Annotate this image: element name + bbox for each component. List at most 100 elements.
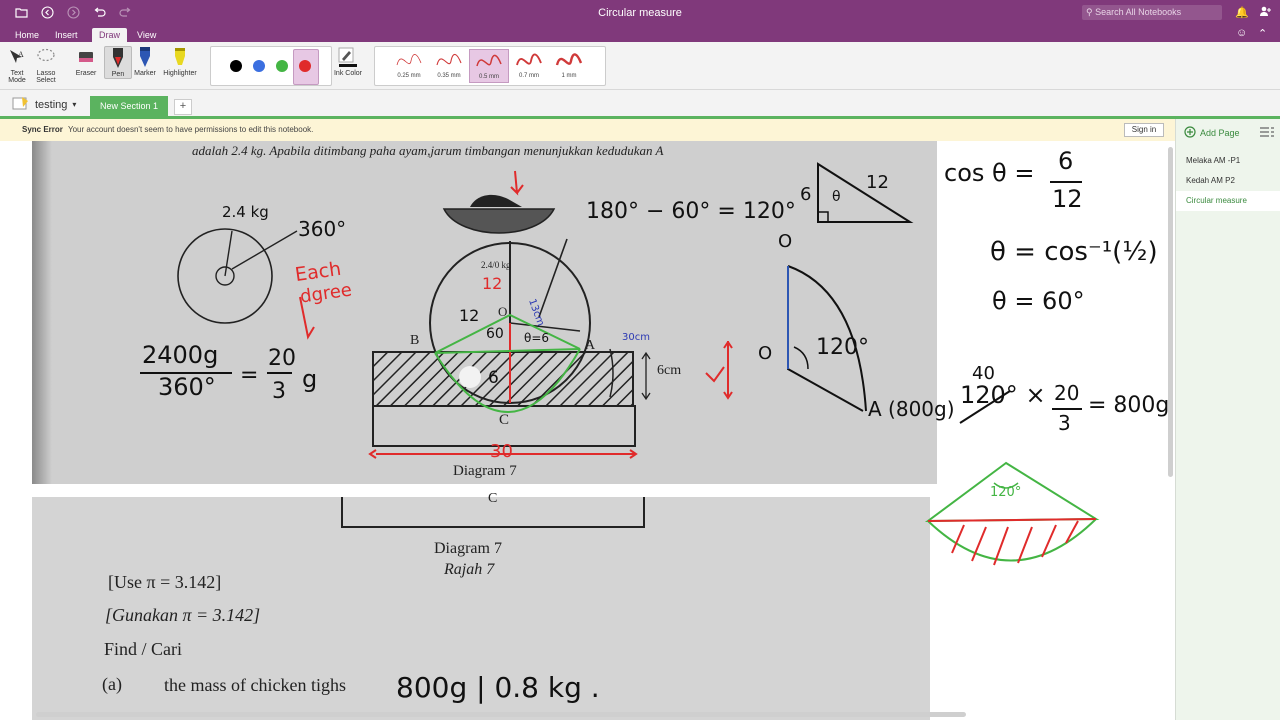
thickness-1-option[interactable]: 1 mm: [549, 49, 589, 83]
thickness-07-label: 0.7 mm: [518, 73, 539, 79]
marker-icon: [132, 46, 158, 68]
label-c: C: [499, 412, 510, 428]
page-item-kedah[interactable]: Kedah AM P2: [1176, 171, 1280, 191]
thickness-05-label: 0.5 mm: [478, 74, 499, 80]
part-a-text: the mass of chicken tighs: [164, 675, 346, 695]
thickness-035-option[interactable]: 0.35 mm: [429, 49, 469, 83]
eraser-icon: [72, 46, 100, 68]
color-black-swatch[interactable]: [230, 60, 242, 72]
ink-sector-a: A (800g): [868, 397, 955, 421]
ink-mult-3: 3: [1058, 411, 1071, 435]
horizontal-scrollbar[interactable]: [36, 712, 966, 717]
eraser-button[interactable]: Eraser: [72, 46, 100, 77]
ink-color-pen-icon: [332, 46, 364, 68]
ink-20: 20: [268, 346, 296, 371]
ink-color-label: Ink Color: [333, 70, 362, 77]
page-item-melaka[interactable]: Melaka AM -P1: [1176, 151, 1280, 171]
ink-frac-num: 2400g: [142, 341, 219, 369]
search-field[interactable]: ⚲ Search All Notebooks: [1082, 5, 1222, 20]
page-sort-menu-icon[interactable]: [1260, 127, 1274, 137]
tab-draw[interactable]: Draw: [92, 28, 128, 42]
ink-mult-fraction-bar: [1052, 408, 1082, 410]
lower-label-c: C: [488, 491, 498, 506]
notebook-name: testing: [35, 98, 68, 111]
notebook-selector[interactable]: testing ▾: [12, 96, 76, 113]
ink-g: g: [302, 365, 318, 393]
ink-12-red: 12: [482, 274, 503, 293]
notification-bell-icon[interactable]: 🔔: [1235, 6, 1249, 19]
draw-ribbon: A Text Mode Lasso Select Eraser Pen Mark…: [0, 42, 1280, 90]
thickness-07-option[interactable]: 0.7 mm: [509, 49, 549, 83]
smiley-feedback-icon[interactable]: ☺: [1236, 27, 1247, 39]
ink-theta-60: θ = 60°: [992, 287, 1085, 315]
color-blue-swatch[interactable]: [253, 60, 265, 72]
search-placeholder: Search All Notebooks: [1095, 7, 1182, 17]
ribbon-collapse-icon[interactable]: ⌃: [1258, 27, 1267, 40]
vertical-scrollbar[interactable]: [1168, 147, 1173, 477]
ink-sector-o1: O: [778, 231, 793, 252]
add-section-button[interactable]: +: [174, 99, 192, 115]
thickness-1-label: 1 mm: [561, 73, 577, 79]
page-item-circular-measure[interactable]: Circular measure: [1176, 191, 1280, 211]
gunakan-pi-text: [Gunakan π = 3.142]: [105, 605, 261, 625]
label-o: O: [498, 304, 508, 319]
thickness-05-option[interactable]: 0.5 mm: [469, 49, 509, 83]
tab-home[interactable]: Home: [8, 28, 46, 42]
label-6cm: 6cm: [657, 363, 682, 378]
tab-view[interactable]: View: [130, 28, 163, 42]
text-mode-label: Text Mode: [8, 70, 26, 84]
ink-30cm: 30cm: [622, 332, 650, 343]
highlighter-button[interactable]: Highlighter: [160, 46, 200, 77]
ink-360: 360°: [298, 217, 347, 241]
sync-error-message: Your account doesn't seem to have permis…: [68, 125, 314, 134]
ink-sector-angle: 120°: [816, 335, 869, 360]
pen-button[interactable]: Pen: [104, 46, 132, 79]
scale-reading-text: 2.4/0 kg: [481, 260, 511, 270]
ink-sector-sketch: [787, 265, 867, 412]
ink-cos-den: 12: [1052, 185, 1083, 213]
chevron-down-icon: ▾: [72, 100, 77, 109]
lower-diagram-caption: Diagram 7: [434, 540, 502, 557]
section-tab[interactable]: New Section 1: [90, 96, 169, 116]
marker-button[interactable]: Marker: [132, 46, 158, 77]
ink-cos-fraction-bar: [1050, 181, 1082, 183]
ink-12-black: 12: [459, 306, 480, 325]
ink-theta-inverse: θ = cos⁻¹(½): [990, 237, 1158, 267]
ink-mult-result: = 800g: [1088, 393, 1170, 418]
title-bar: Circular measure ⚲ Search All Notebooks …: [0, 0, 1280, 26]
share-person-icon[interactable]: [1259, 6, 1271, 20]
sync-error-bar: Sync Error Your account doesn't seem to …: [0, 119, 1175, 142]
marker-label: Marker: [134, 70, 156, 77]
ink-frac-den: 360°: [158, 373, 216, 401]
add-page-button[interactable]: Add Page: [1184, 126, 1240, 140]
ink-mass-label: 2.4 kg: [222, 203, 269, 221]
page-canvas[interactable]: adalah 2.4 kg. Apabila ditimbang paha ay…: [0, 141, 1175, 720]
add-page-label: Add Page: [1200, 128, 1240, 138]
label-a: A: [585, 338, 596, 353]
ink-sector-o2: O: [758, 343, 773, 364]
pen-icon: [105, 47, 131, 69]
color-red-swatch[interactable]: [299, 60, 311, 72]
ink-tri-12: 12: [866, 172, 889, 193]
ink-segment-sketch: [924, 461, 1100, 566]
section-bar: testing ▾ New Section 1 +: [0, 90, 1280, 118]
tab-insert[interactable]: Insert: [48, 28, 85, 42]
thickness-025-option[interactable]: 0.25 mm: [389, 49, 429, 83]
search-icon: ⚲: [1086, 7, 1093, 17]
svg-text:A: A: [18, 50, 24, 59]
color-green-swatch[interactable]: [276, 60, 288, 72]
pen-thickness-panel: 0.25 mm 0.35 mm 0.5 mm 0.7 mm 1 mm: [374, 46, 606, 86]
add-page-plus-icon: [1184, 126, 1196, 140]
ink-30: 30: [490, 441, 513, 462]
ink-tri-theta: θ: [832, 189, 841, 205]
thickness-035-label: 0.35 mm: [437, 73, 461, 79]
diagram-caption: Diagram 7: [453, 463, 517, 479]
thickness-025-label: 0.25 mm: [397, 73, 421, 79]
label-b: B: [410, 333, 420, 348]
ink-color-button[interactable]: Ink Color: [332, 46, 364, 77]
part-a-number: (a): [102, 674, 122, 694]
sign-in-button[interactable]: Sign in: [1124, 123, 1164, 137]
text-mode-button[interactable]: A Text Mode: [5, 46, 29, 84]
ribbon-tabs: Home Insert Draw View ☺ ⌃: [0, 26, 1280, 42]
lasso-select-button[interactable]: Lasso Select: [33, 46, 59, 84]
